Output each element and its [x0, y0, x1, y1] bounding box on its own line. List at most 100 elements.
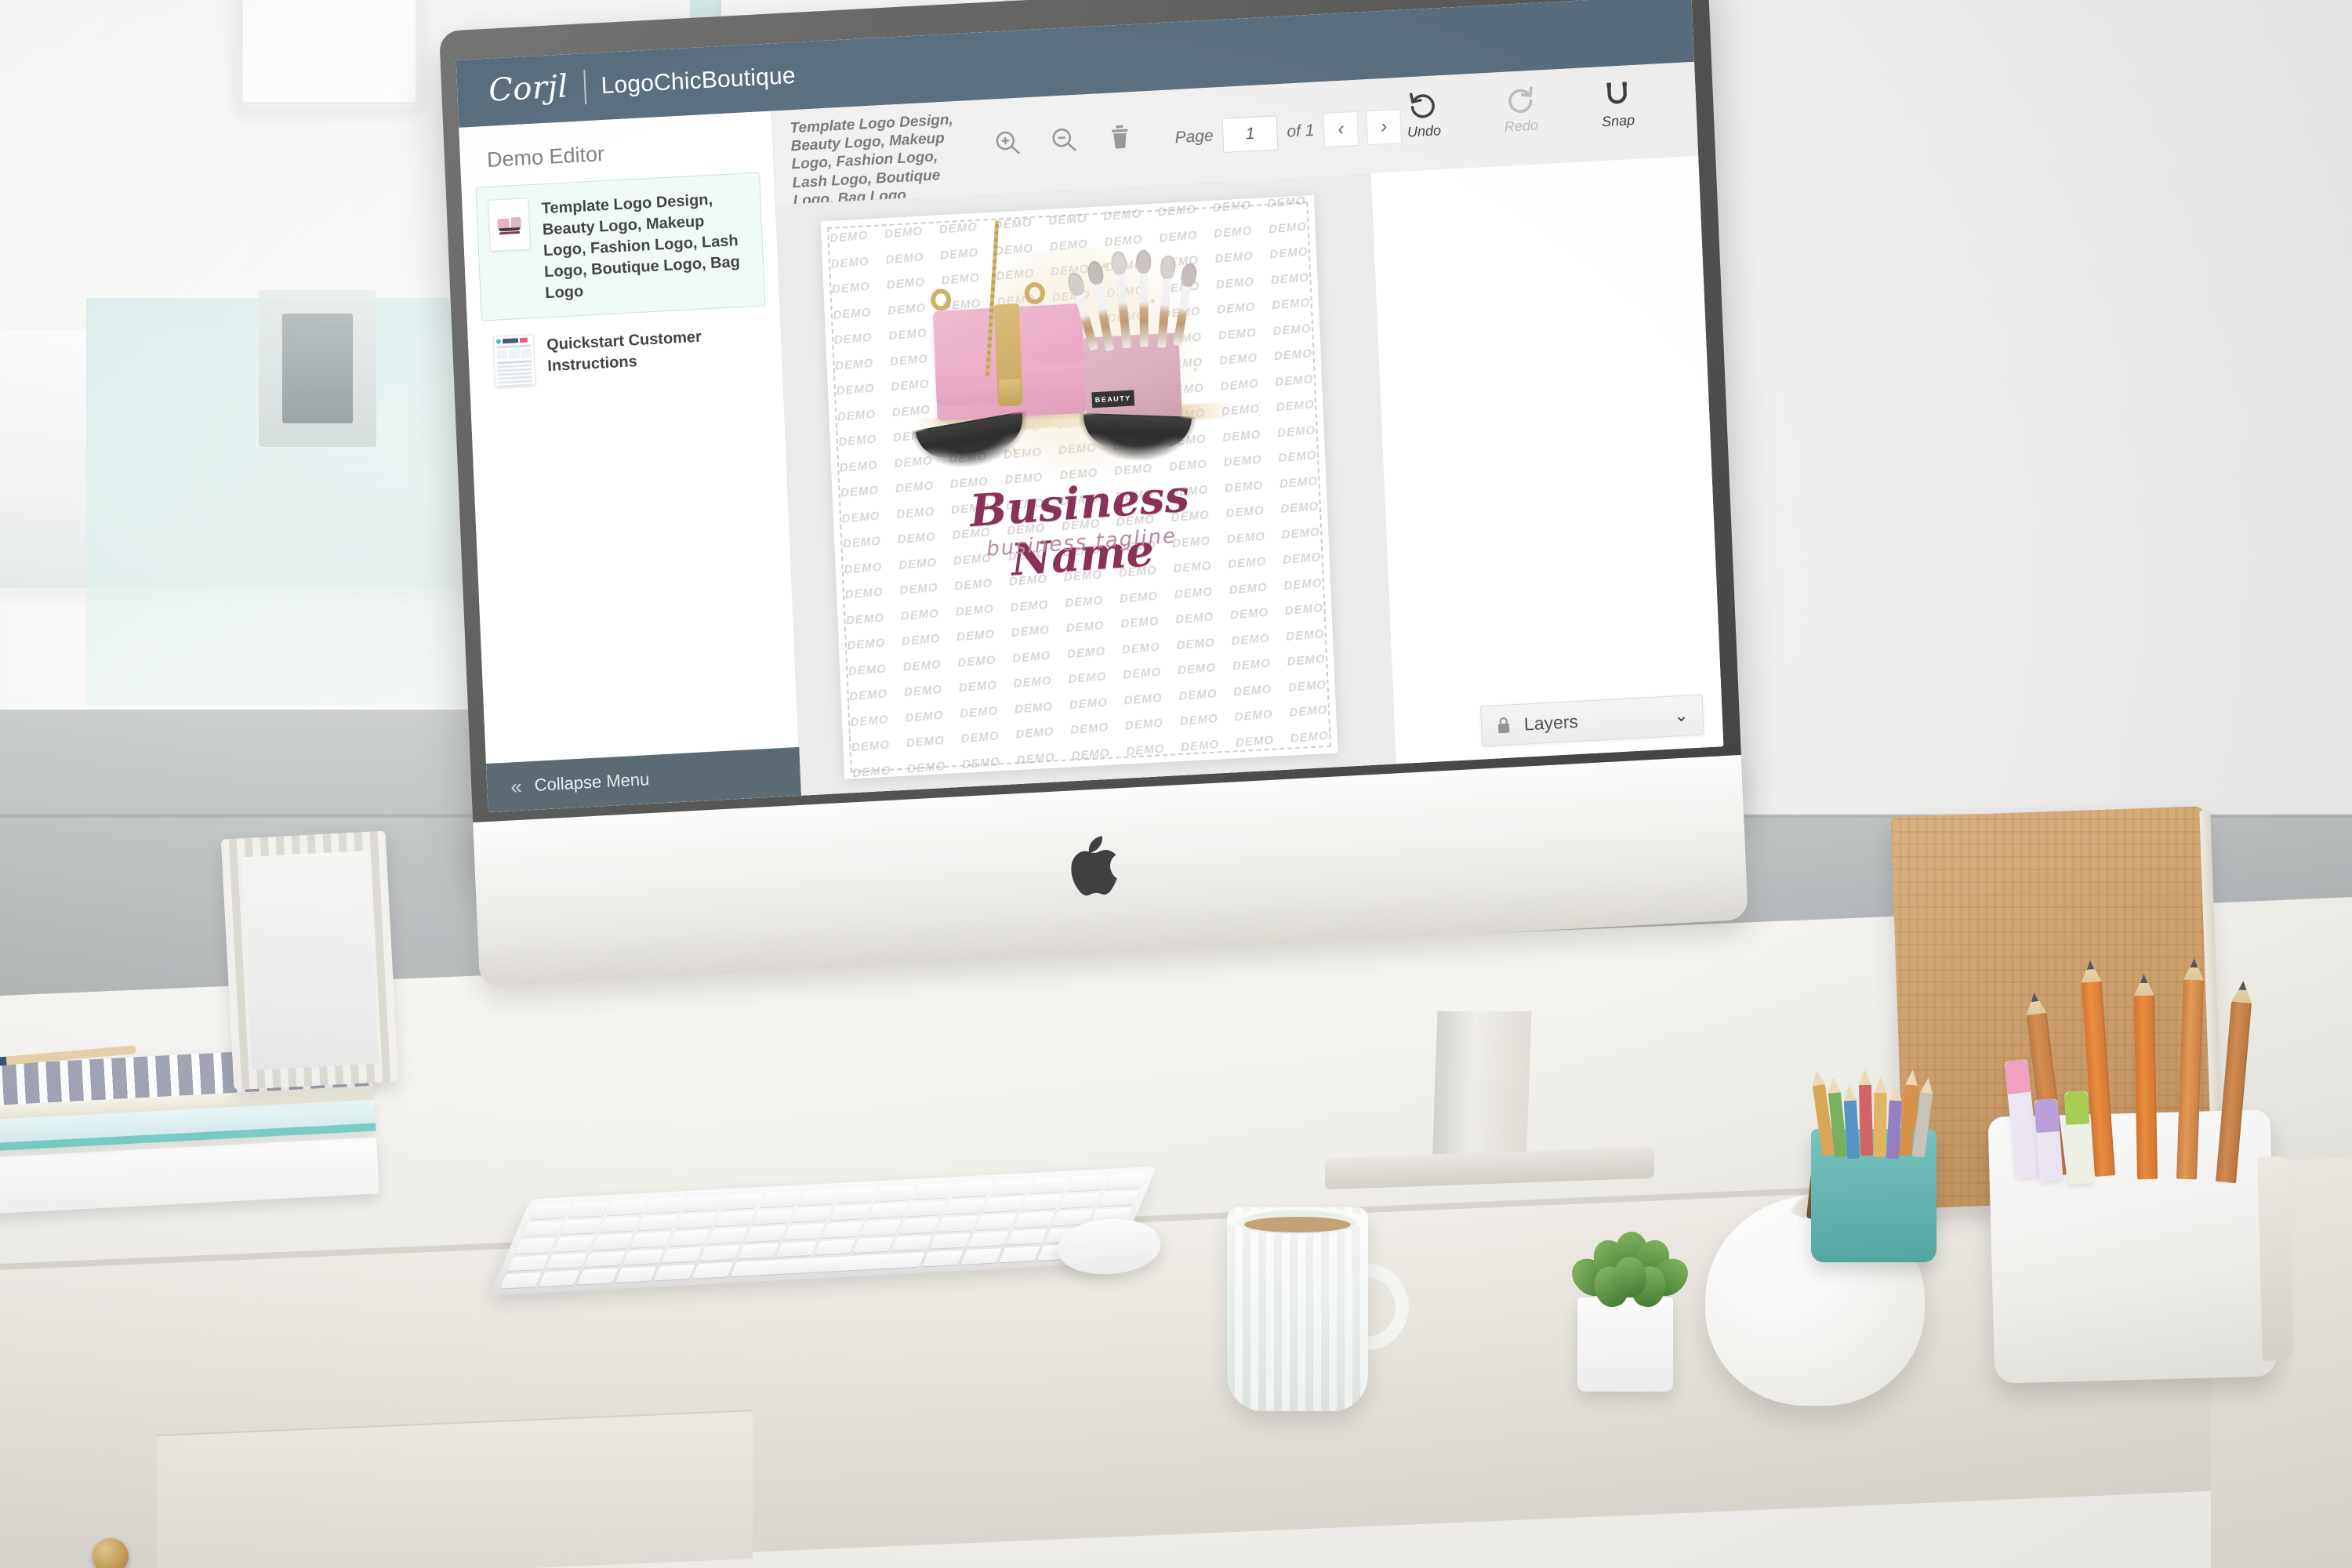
trash-icon[interactable]: [1105, 122, 1134, 151]
double-chevron-left-icon: «: [510, 774, 523, 799]
keyboard-key: [561, 1218, 602, 1235]
zoom-in-icon[interactable]: [993, 128, 1022, 158]
keyboard-key: [852, 1237, 895, 1254]
apple-logo-icon: [1070, 835, 1121, 896]
keyboard-key: [1013, 1211, 1055, 1229]
keyboard-key: [913, 1183, 955, 1200]
succulent-leaf: [1613, 1257, 1646, 1298]
keyboard-key: [637, 1214, 679, 1231]
redo-label: Redo: [1504, 117, 1539, 135]
corjl-logo[interactable]: Corjl: [488, 68, 568, 108]
keyboard-key: [936, 1215, 978, 1232]
keyboard-key: [522, 1220, 564, 1237]
keyboard-key: [584, 1251, 626, 1268]
keyboard-key: [922, 1250, 964, 1267]
shelf-vase: [259, 290, 376, 447]
toolbar-icon-group: [967, 92, 1134, 158]
keyboard-key: [752, 1208, 794, 1225]
keyboard-key: [999, 1246, 1040, 1263]
desk-drawer-panel: [157, 1410, 753, 1568]
snap-button[interactable]: Snap: [1588, 77, 1647, 131]
undo-arrow-icon: [1410, 93, 1435, 118]
keyboard-key: [615, 1266, 657, 1283]
design-canvas[interactable]: DEMO DEMO DEMO DEMO DEMO DEMO DEMO DEMO DEMO DEMO…: [820, 194, 1338, 779]
eyelash-right: [1076, 412, 1197, 463]
page-total: of 1: [1286, 121, 1315, 141]
sidebar-item-label: Template Logo Design, Beauty Logo, Makeu…: [541, 191, 741, 303]
keyboard-key: [874, 1185, 916, 1202]
keyboard-key: [622, 1249, 664, 1265]
keyboard-key: [1021, 1194, 1062, 1210]
editor-stage: DEMO DEMO DEMO DEMO DEMO DEMO DEMO DEMO DEMO DEMO…: [775, 155, 1724, 796]
history-tool-group: Undo Redo Snap: [1394, 77, 1646, 141]
imac-computer: Corjl LogoChicBoutique Demo Editor Templ…: [439, 0, 1756, 1190]
keyboard-key: [798, 1189, 840, 1206]
page-label: Page: [1174, 126, 1214, 147]
keyboard-key: [514, 1238, 557, 1254]
keyboard-key: [814, 1239, 856, 1256]
brand-divider: [583, 70, 586, 105]
keyboard-key: [967, 1231, 1010, 1247]
desk-scene: Corjl LogoChicBoutique Demo Editor Templ…: [0, 0, 2352, 1568]
keyboard-key: [546, 1253, 587, 1269]
keyboard-key: [538, 1270, 580, 1287]
chevron-down-icon[interactable]: ⌄: [1674, 705, 1690, 726]
keyboard-key: [982, 1196, 1024, 1213]
keyboard-key: [829, 1204, 871, 1221]
keyboard-key: [529, 1203, 572, 1220]
redo-button[interactable]: Redo: [1491, 82, 1550, 136]
magnet-icon: [1606, 82, 1627, 104]
monitor-screen: Corjl LogoChicBoutique Demo Editor Templ…: [456, 0, 1724, 813]
keyboard-key: [1066, 1174, 1109, 1192]
keyboard-key: [675, 1212, 717, 1229]
layers-label: Layers: [1523, 710, 1579, 735]
undo-button[interactable]: Undo: [1394, 87, 1453, 141]
keyboard-key: [668, 1229, 710, 1247]
zoom-out-icon[interactable]: [1049, 125, 1078, 154]
marker-pen: [2063, 1091, 2093, 1185]
keyboard-key: [507, 1255, 549, 1272]
monitor-stand-neck: [1432, 1011, 1532, 1168]
keyboard-key: [1105, 1173, 1147, 1189]
keyboard-key: [691, 1262, 734, 1279]
makeup-brush: [1136, 249, 1152, 347]
keyboard-key: [1059, 1192, 1101, 1209]
pink-handbag-graphic: [932, 303, 1087, 421]
keyboard-key: [644, 1197, 686, 1214]
keyboard-key: [836, 1187, 878, 1203]
keyboard-key: [699, 1245, 741, 1261]
keyboard-key: [1006, 1229, 1048, 1246]
logo-artwork[interactable]: BEAUTY Business Name business tagline: [885, 220, 1268, 596]
shop-name: LogoChicBoutique: [600, 62, 797, 100]
document-list: Template Logo Design, Beauty Logo, Makeu…: [461, 167, 782, 402]
page-navigation: Page of 1 ‹ ›: [1132, 78, 1403, 158]
redo-arrow-icon: [1508, 86, 1533, 113]
layers-panel[interactable]: Layers ⌄: [1479, 694, 1704, 747]
keyboard-key: [960, 1248, 1002, 1265]
pencil: [2134, 994, 2158, 1180]
snap-label: Snap: [1601, 112, 1635, 130]
keyboard-key: [591, 1233, 633, 1250]
beauty-tag-label: BEAUTY: [1091, 390, 1135, 408]
keyboard-key: [576, 1269, 619, 1285]
keyboard-key: [898, 1218, 940, 1234]
keyboard-key: [951, 1181, 993, 1197]
colored-pencil: [1859, 1083, 1874, 1156]
keyboard-key: [783, 1224, 825, 1240]
sidebar-item-template-logo[interactable]: Template Logo Design, Beauty Logo, Makeu…: [475, 172, 766, 321]
keyboard-key: [568, 1201, 610, 1218]
potted-succulent: [1560, 1211, 1696, 1407]
makeup-brush-holder: BEAUTY: [1083, 332, 1182, 424]
keyboard-key: [499, 1272, 542, 1289]
document-thumbnail-logo: [488, 198, 531, 252]
keyboard-key: [891, 1235, 933, 1251]
left-sidebar: Demo Editor Template Logo Design, Beauty…: [459, 111, 802, 813]
keyboard-key: [860, 1219, 902, 1236]
sidebar-item-quickstart[interactable]: Quickstart Customer Instructions: [481, 309, 769, 401]
keyboard-key: [553, 1236, 595, 1252]
prev-page-button[interactable]: ‹: [1323, 111, 1359, 148]
beaded-photo-frame: [220, 830, 399, 1091]
keyboard-key: [721, 1192, 763, 1210]
page-input[interactable]: [1221, 115, 1279, 153]
keyboard-key: [975, 1214, 1017, 1230]
